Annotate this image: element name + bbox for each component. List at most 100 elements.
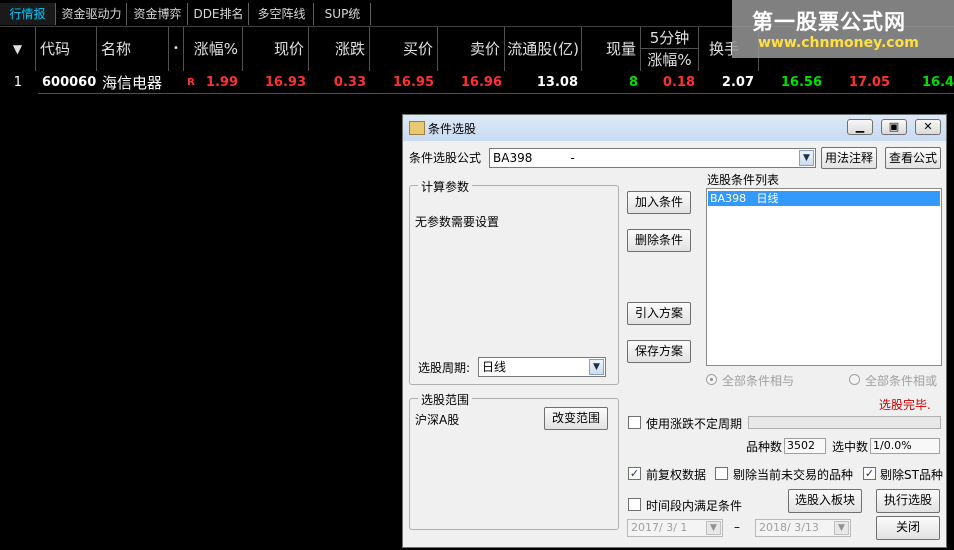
selected-value: 1/0.0% [870,438,940,454]
row-code: 600060 [42,75,97,90]
dialog-title: 条件选股 [428,122,477,136]
row-5min: 0.18 [662,75,695,90]
col-flag[interactable]: • [169,27,184,71]
table-row[interactable]: 1 600060 海信电器 R 1.99 16.93 0.33 16.95 16… [0,72,954,94]
add-condition-button[interactable]: 加入条件 [627,191,691,214]
row-change-pct: 1.99 [205,75,238,90]
radio-and[interactable] [706,374,717,385]
usage-notes-button[interactable]: 用法注释 [821,147,877,169]
row-c1: 16.56 [780,75,822,90]
list-item[interactable]: BA398 日线 [708,191,940,206]
close-icon[interactable]: ✕ [915,119,941,135]
col-ask[interactable]: 卖价 [438,27,505,71]
period-value: 日线 [482,360,507,374]
date-from-picker[interactable]: 2017/ 3/ 1 ▼ [627,519,723,537]
condition-list[interactable]: BA398 日线 [706,188,942,366]
exclude-st-checkbox[interactable]: ✓ [863,467,876,480]
col-bid[interactable]: 买价 [370,27,438,71]
import-scheme-button[interactable]: 引入方案 [627,302,691,325]
view-formula-button[interactable]: 查看公式 [885,147,941,169]
chevron-down-icon[interactable]: ▼ [834,521,849,535]
row-name: 海信电器 [102,74,163,92]
period-select[interactable]: 日线 ▼ [478,357,606,377]
chevron-down-icon[interactable]: ▼ [799,150,814,166]
status-text: 选股完毕. [879,398,931,412]
count-value: 3502 [784,438,826,454]
row-volume: 8 [628,75,638,90]
formula-label: 条件选股公式 [409,151,482,165]
range-group: 选股范围 沪深A股 改变范围 [409,391,619,530]
period-checkbox[interactable] [628,416,641,429]
formula-value: BA398 - [493,151,575,165]
watermark-url: www.chnmoney.com [758,35,919,51]
col-float-shares[interactable]: 流通股(亿) [505,27,582,71]
maximize-icon[interactable]: ▣ [881,119,907,135]
tab-sup-stats[interactable]: SUP统计 [315,3,371,43]
row-change: 0.33 [333,75,366,90]
timerange-label: 时间段内满足条件 [646,499,743,513]
watermark: 第一股票公式网 www.chnmoney.com [732,0,954,58]
date-to-picker[interactable]: 2018/ 3/13 ▼ [755,519,851,537]
select-to-block-button[interactable]: 选股入板块 [788,489,862,513]
dialog-app-icon [409,121,425,135]
radio-or-label: 全部条件相或 [865,374,938,388]
row-underline [38,93,954,94]
tab-dde-rank[interactable]: DDE排名 [189,3,249,25]
range-value: 沪深A股 [415,413,460,427]
save-scheme-button[interactable]: 保存方案 [627,340,691,363]
calc-params-title: 计算参数 [418,178,473,195]
change-range-button[interactable]: 改变范围 [544,407,608,430]
tab-long-short[interactable]: 多空阵线 [250,3,314,25]
radio-or[interactable] [849,374,860,385]
no-params-text: 无参数需要设置 [415,215,500,229]
close-button[interactable]: 关闭 [876,516,940,540]
row-c2: 17.05 [848,75,890,90]
calc-params-group: 计算参数 无参数需要设置 选股周期: 日线 ▼ [409,178,619,385]
row-turnover: 2.07 [721,75,754,90]
formula-select[interactable]: BA398 - ▼ [489,148,816,168]
row-price: 16.93 [264,75,306,90]
tab-capital-drive[interactable]: 资金驱动力 [57,3,127,25]
execute-select-button[interactable]: 执行选股 [876,489,940,513]
row-ask: 16.96 [460,75,502,90]
col-change[interactable]: 涨跌 [309,27,370,71]
col-change-pct[interactable]: 涨幅% [184,27,243,71]
chevron-down-icon[interactable]: ▼ [706,521,721,535]
date-from-value: 2017/ 3/ 1 [631,521,688,534]
dialog-titlebar[interactable]: 条件选股 ▁ ▣ ✕ [403,115,946,141]
row-float-shares: 13.08 [536,75,578,90]
col-code[interactable]: 代码 [36,27,97,71]
minimize-icon[interactable]: ▁ [847,119,873,135]
period-label: 选股周期: [418,361,471,375]
chevron-down-icon[interactable]: ▼ [589,359,604,375]
timerange-checkbox[interactable] [628,498,641,511]
row-bid: 16.95 [392,75,434,90]
progress-bar [748,416,941,429]
delete-condition-button[interactable]: 删除条件 [627,229,691,252]
tab-capital-game[interactable]: 资金博弈 [128,3,188,25]
date-separator: – [734,520,740,534]
condition-list-title: 选股条件列表 [707,173,780,187]
col-5min-pct[interactable]: 涨幅% [641,49,699,71]
selected-label: 选中数 [832,440,869,454]
row-c3: 16.46 [922,75,954,90]
period-checkbox-label: 使用涨跌不定周期 [646,417,743,431]
date-to-value: 2018/ 3/13 [759,521,819,534]
col-volume[interactable]: 现量 [582,27,641,71]
col-5min[interactable]: 5分钟 [641,27,699,49]
tab-quotes[interactable]: 行情报价 [0,3,56,43]
col-name[interactable]: 名称 [97,27,169,71]
col-price[interactable]: 现价 [243,27,309,71]
range-title: 选股范围 [418,391,473,408]
watermark-title: 第一股票公式网 [752,10,906,34]
radio-and-label: 全部条件相与 [722,374,795,388]
exclude-nontrade-label: 剔除当前未交易的品种 [733,468,854,482]
count-label: 品种数 [746,440,783,454]
exclude-nontrade-checkbox[interactable] [715,467,728,480]
exclude-st-label: 剔除ST品种 [880,468,943,482]
sort-menu-icon[interactable]: ▼ [0,27,36,71]
condition-select-dialog: 条件选股 ▁ ▣ ✕ 条件选股公式 BA398 - ▼ 用法注释 查看公式 计算… [402,114,947,548]
row-index: 1 [13,75,22,90]
adjust-checkbox-label: 前复权数据 [646,468,707,482]
adjust-checkbox[interactable]: ✓ [628,467,641,480]
